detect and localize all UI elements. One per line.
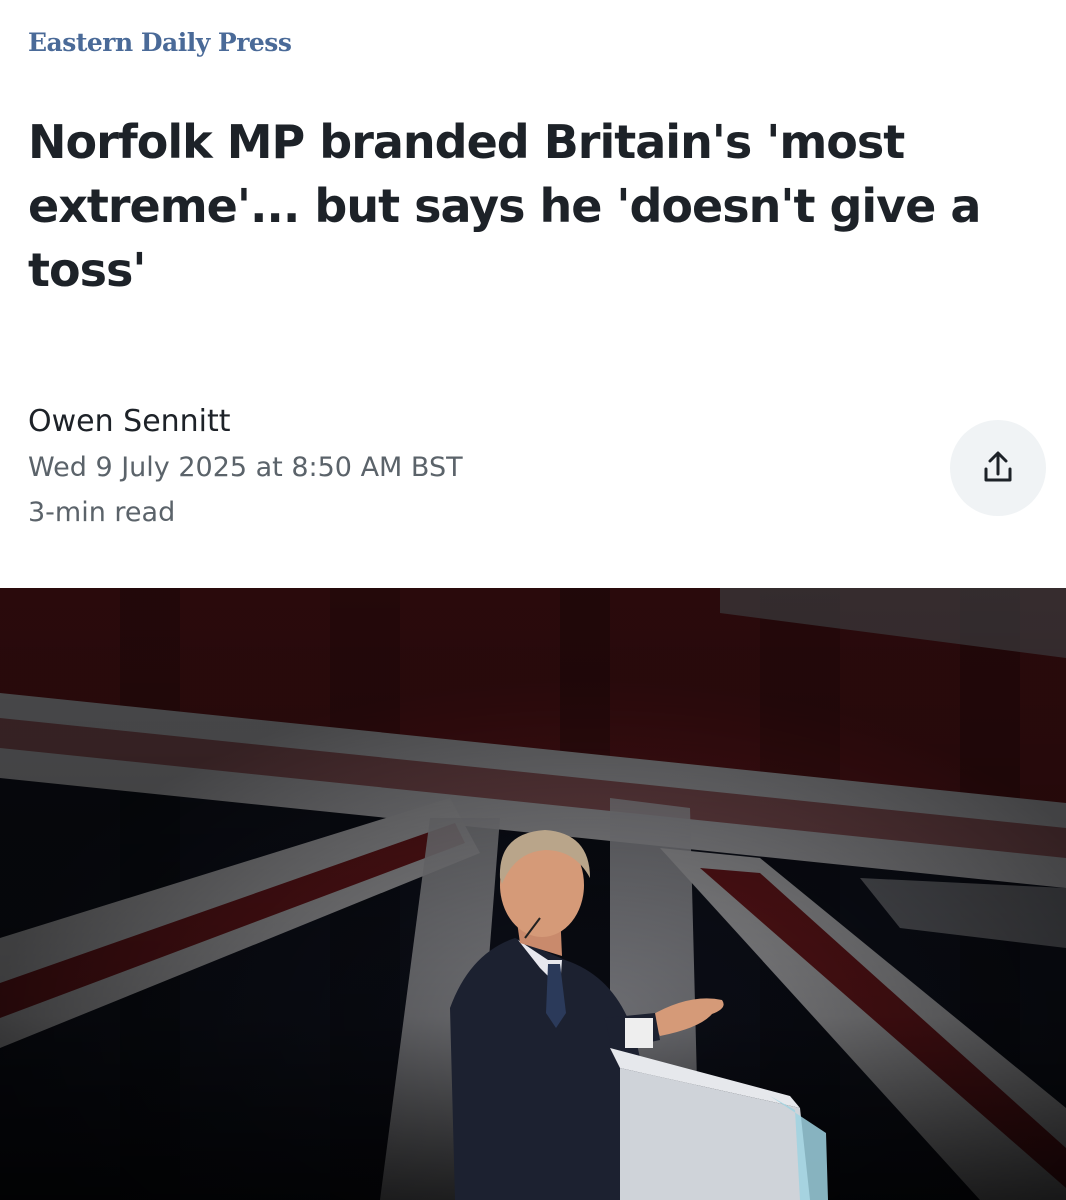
read-time: 3-min read: [28, 497, 176, 528]
publisher-logo[interactable]: Eastern Daily Press: [28, 28, 292, 57]
publish-date: Wed 9 July 2025 at 8:50 AM BST: [28, 452, 463, 483]
article-headline: Norfolk MP branded Britain's 'most extre…: [28, 115, 981, 297]
author-name[interactable]: Owen Sennitt: [28, 404, 231, 439]
share-button[interactable]: [950, 420, 1046, 516]
hero-image: [0, 588, 1066, 1200]
hero-photo: [0, 588, 1066, 1200]
share-icon: [984, 451, 1012, 482]
